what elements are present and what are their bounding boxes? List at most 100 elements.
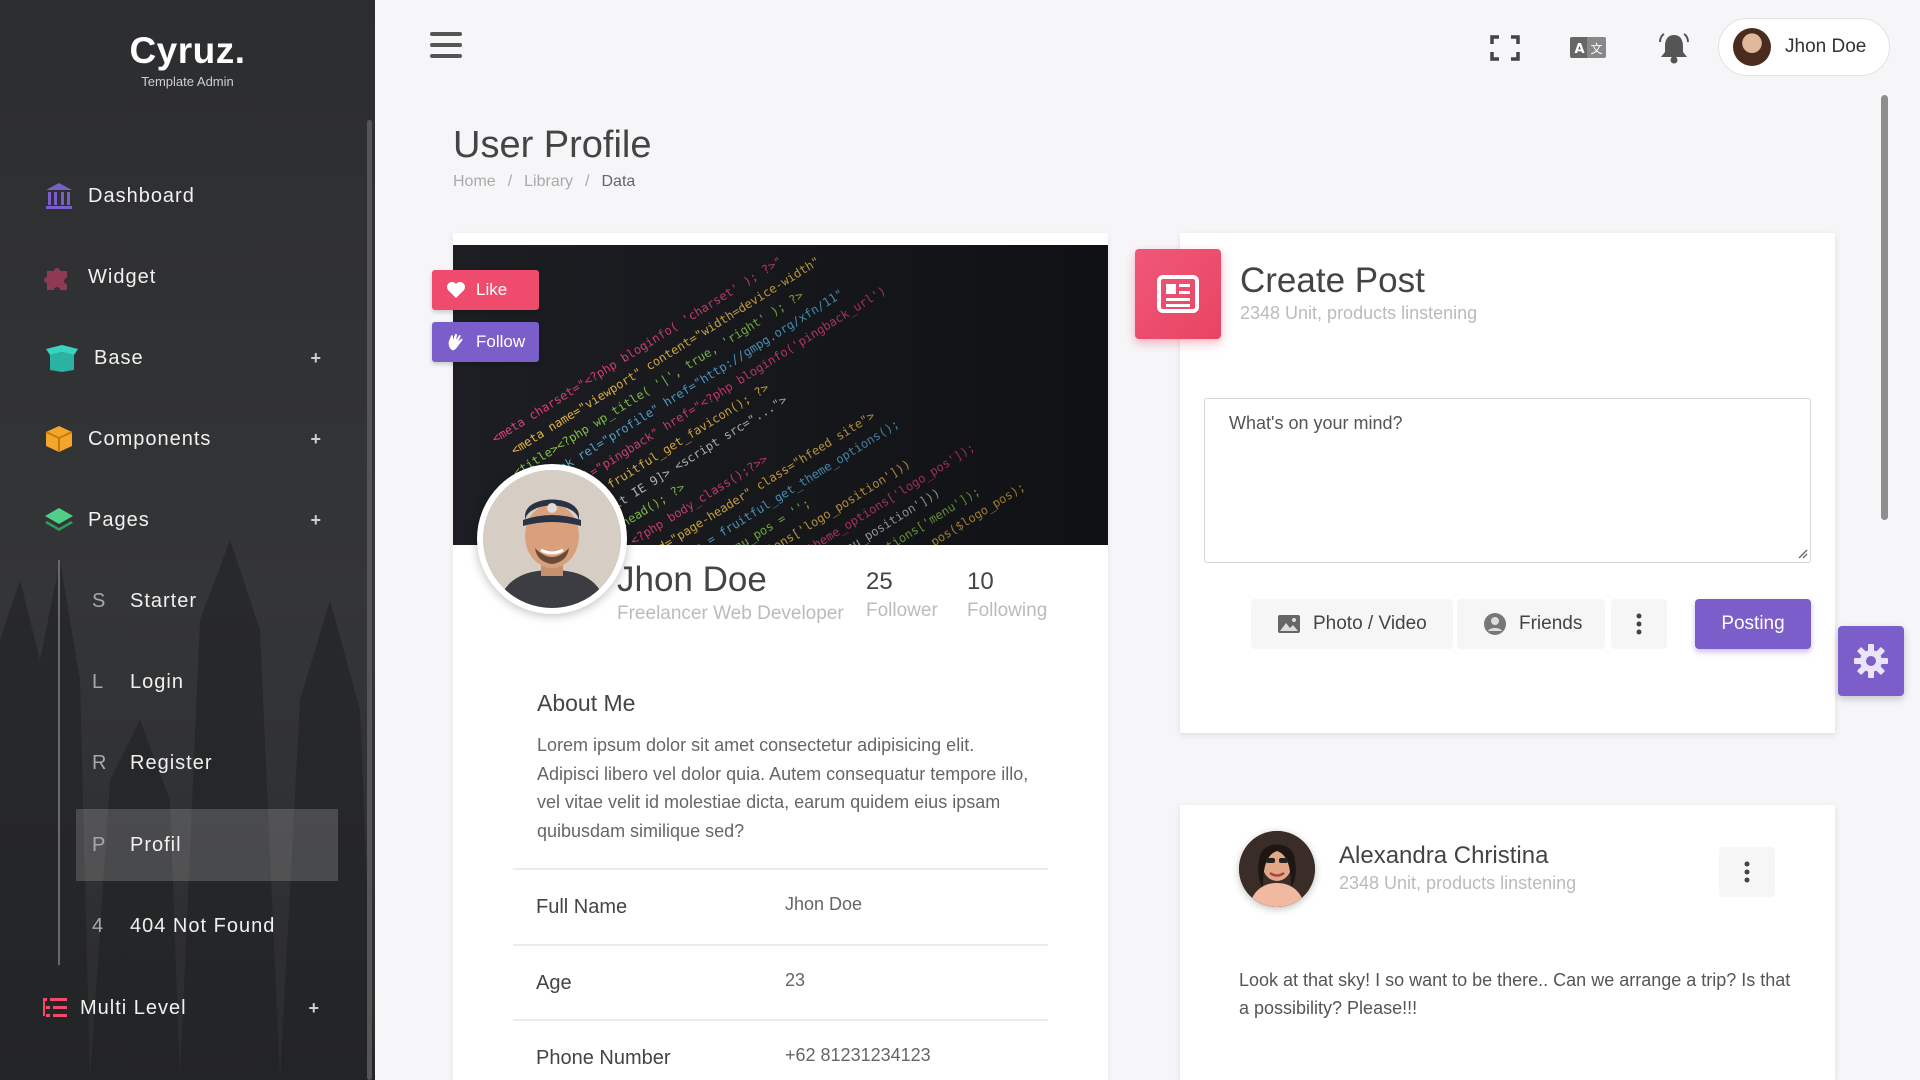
profile-role: Freelancer Web Developer [617, 603, 844, 624]
user-circle-icon [1484, 613, 1506, 635]
breadcrumb-separator: / [585, 173, 590, 190]
info-value: Jhon Doe [785, 894, 863, 914]
profile-avatar [477, 464, 627, 614]
sidebar-subitem-register[interactable]: R Register [76, 727, 338, 799]
like-label: Like [476, 280, 508, 299]
feed-author-name[interactable]: Alexandra Christina [1339, 842, 1548, 870]
breadcrumb-separator: / [507, 173, 513, 190]
sidebar-item-widget[interactable]: Widget [42, 257, 342, 297]
sidebar-item-dashboard[interactable]: Dashboard [42, 176, 342, 216]
sidebar-item-label: Base [94, 346, 144, 369]
sidebar-item-label: Widget [88, 265, 157, 288]
expand-icon[interactable]: + [310, 510, 322, 531]
bell-icon[interactable] [1656, 30, 1692, 66]
svg-text:文: 文 [1590, 41, 1602, 56]
settings-button[interactable] [1838, 626, 1904, 696]
expand-icon[interactable]: + [308, 998, 320, 1019]
subitem-letter: 4 [92, 914, 105, 937]
posting-button[interactable]: Posting [1695, 599, 1811, 649]
breadcrumb-library[interactable]: Library [524, 173, 573, 191]
feed-post-text: Look at that sky! I so want to be there.… [1239, 970, 1791, 1018]
submenu-guide-line [58, 560, 60, 965]
about-text: Lorem ipsum dolor sit amet consectetur a… [537, 735, 1029, 841]
profile-name: Jhon Doe [617, 560, 767, 599]
info-key: Age [536, 972, 572, 994]
sidebar-item-label: Components [88, 427, 212, 450]
subitem-label: 404 Not Found [130, 914, 276, 937]
more-options-button[interactable] [1611, 599, 1667, 649]
sidebar-subitem-login[interactable]: L Login [76, 646, 338, 718]
sidebar-subitem-profil[interactable]: P Profil [76, 809, 338, 881]
brand-subtitle: Template Admin [141, 74, 234, 89]
sidebar-scrollbar[interactable] [367, 120, 372, 1080]
follower-count: 25 [866, 568, 893, 595]
info-key: Phone Number [536, 1047, 671, 1069]
sidebar-item-label: Multi Level [80, 996, 187, 1019]
more-vertical-icon [1744, 861, 1750, 883]
sidebar-item-components[interactable]: Components + [42, 419, 342, 459]
about-title: About Me [537, 690, 636, 716]
avatar [1733, 28, 1771, 66]
like-button[interactable]: Like [432, 270, 539, 310]
topbar-user-name: Jhon Doe [1785, 36, 1867, 57]
subitem-letter: S [92, 589, 107, 612]
menu-icon[interactable] [430, 32, 462, 60]
subitem-label: Starter [130, 589, 198, 612]
list-icon [40, 991, 70, 1025]
create-post-title: Create Post [1240, 261, 1425, 300]
info-key: Full Name [536, 896, 628, 918]
follow-label: Follow [476, 332, 526, 351]
layers-icon [42, 503, 76, 537]
subitem-letter: P [92, 833, 107, 856]
bank-icon [42, 179, 76, 213]
page-title: User Profile [453, 124, 652, 166]
photo-video-label: Photo / Video [1313, 613, 1427, 634]
more-vertical-icon [1636, 613, 1642, 635]
expand-icon[interactable]: + [310, 429, 322, 450]
follow-button[interactable]: Follow [432, 322, 539, 362]
sidebar-subitem-starter[interactable]: S Starter [76, 565, 338, 637]
feed-more-button[interactable] [1719, 847, 1775, 897]
translate-icon[interactable]: A文 [1568, 30, 1608, 66]
subitem-letter: R [92, 751, 108, 774]
breadcrumb-current: Data [601, 173, 636, 190]
subitem-letter: L [92, 670, 105, 693]
puzzle-icon [42, 260, 76, 294]
follower-stat[interactable]: 25 Follower [866, 568, 938, 622]
breadcrumb-home[interactable]: Home [453, 173, 496, 191]
friends-label: Friends [1519, 613, 1583, 634]
following-count: 10 [967, 568, 994, 595]
image-icon [1278, 615, 1300, 633]
feed-avatar[interactable] [1239, 831, 1315, 907]
subitem-label: Profil [130, 833, 182, 856]
sidebar-item-multi-level[interactable]: Multi Level + [40, 988, 340, 1028]
user-menu[interactable]: Jhon Doe [1718, 18, 1890, 76]
follower-label: Follower [866, 600, 938, 621]
info-value: 23 [785, 970, 806, 990]
sidebar-item-pages[interactable]: Pages + [42, 500, 342, 540]
post-textarea[interactable] [1204, 398, 1811, 563]
sidebar-item-label: Pages [88, 508, 150, 531]
heart-icon [447, 282, 465, 298]
cube-icon [42, 422, 76, 456]
brand[interactable]: Cyruz. Template Admin [0, 30, 375, 89]
newspaper-icon [1135, 249, 1221, 339]
resize-handle-icon[interactable] [1796, 547, 1808, 559]
main-scrollbar[interactable] [1881, 95, 1888, 520]
info-row-age: Age 23 [513, 944, 1048, 1020]
sidebar: Cyruz. Template Admin Dashboard Widget B… [0, 0, 375, 1080]
svg-text:A: A [1574, 42, 1584, 57]
subitem-label: Register [130, 751, 213, 774]
friends-button[interactable]: Friends [1457, 599, 1605, 649]
gear-icon [1854, 644, 1888, 678]
sidebar-subitem-404[interactable]: 4 404 Not Found [76, 890, 338, 962]
photo-video-button[interactable]: Photo / Video [1251, 599, 1453, 649]
expand-icon[interactable]: + [310, 348, 322, 369]
feed-author-subtitle: 2348 Unit, products linstening [1339, 873, 1577, 893]
subitem-label: Login [130, 670, 184, 693]
breadcrumb: Home / Library / Data [453, 173, 635, 191]
sidebar-item-base[interactable]: Base + [42, 338, 342, 378]
following-stat[interactable]: 10 Following [967, 568, 1047, 622]
fullscreen-icon[interactable] [1487, 30, 1523, 66]
info-value: +62 81231234123 [785, 1045, 931, 1065]
